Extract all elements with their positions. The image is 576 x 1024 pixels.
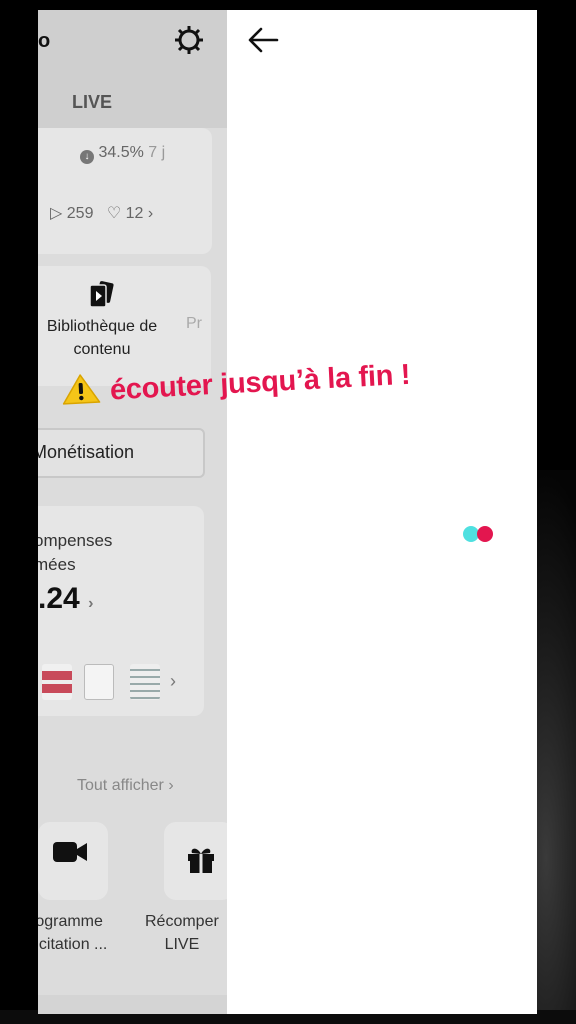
rewards-amount-value: .24 [38,582,80,615]
rewards-title-line1: ompenses [38,531,113,550]
live-rewards-label-line2: LIVE [164,936,200,953]
gift-icon [188,848,214,873]
loading-screen [227,10,537,1014]
live-rewards-label[interactable]: Récomper LIVE [145,910,219,956]
chevron-right-icon[interactable]: › [88,595,93,612]
chevron-right-icon[interactable]: › [148,205,153,222]
live-rewards-label-line1: Récomper [145,913,219,930]
thumbnail-2 [84,664,114,700]
tab-live[interactable]: LIVE [72,92,112,113]
growth-percent: 34.5% [98,144,144,161]
rewards-title: ompenses mées [38,529,112,577]
profile-panel: o LIVE ↓ 34.5% 7 j ▷ 259 ♡ 12 › Biblioth… [38,10,227,1014]
thumbnail-1 [42,664,72,700]
monetization-label: Monétisation [38,442,135,462]
rewards-title-line2: mées [38,555,76,574]
rewards-amount: .24 › [38,582,93,616]
next-tool-clipped[interactable]: Pr [186,315,202,333]
play-icon: ▷ [50,205,63,222]
program-label[interactable]: rogramme ncitation ... [38,910,107,956]
back-arrow-icon[interactable] [247,26,279,54]
heart-icon: ♡ [106,205,122,222]
clipped-header-text: o [38,30,51,52]
trend-icon: ↓ [80,150,94,164]
content-library-icon[interactable] [86,278,118,310]
video-camera-icon [53,842,87,862]
growth-stat: ↓ 34.5% 7 j [80,144,165,164]
engagement-stats: ▷ 259 ♡ 12 › [50,203,153,223]
plays-count: 259 [66,205,94,222]
content-library-label[interactable]: Bibliothèque de contenu [38,315,166,361]
loading-spinner [463,526,497,542]
warning-icon [62,374,101,405]
growth-period: 7 j [148,144,166,161]
see-all-link[interactable]: Tout afficher › [77,777,174,795]
panel-footer [38,995,227,1014]
panel-header: o [38,10,227,128]
loader-dot-red [477,526,493,542]
gear-icon[interactable] [173,24,205,56]
thumbnail-3 [130,664,160,700]
chevron-right-icon[interactable]: › [170,671,176,692]
likes-count: 12 [125,205,144,222]
program-label-line2: ncitation ... [38,936,108,953]
program-label-line1: rogramme [38,913,103,930]
